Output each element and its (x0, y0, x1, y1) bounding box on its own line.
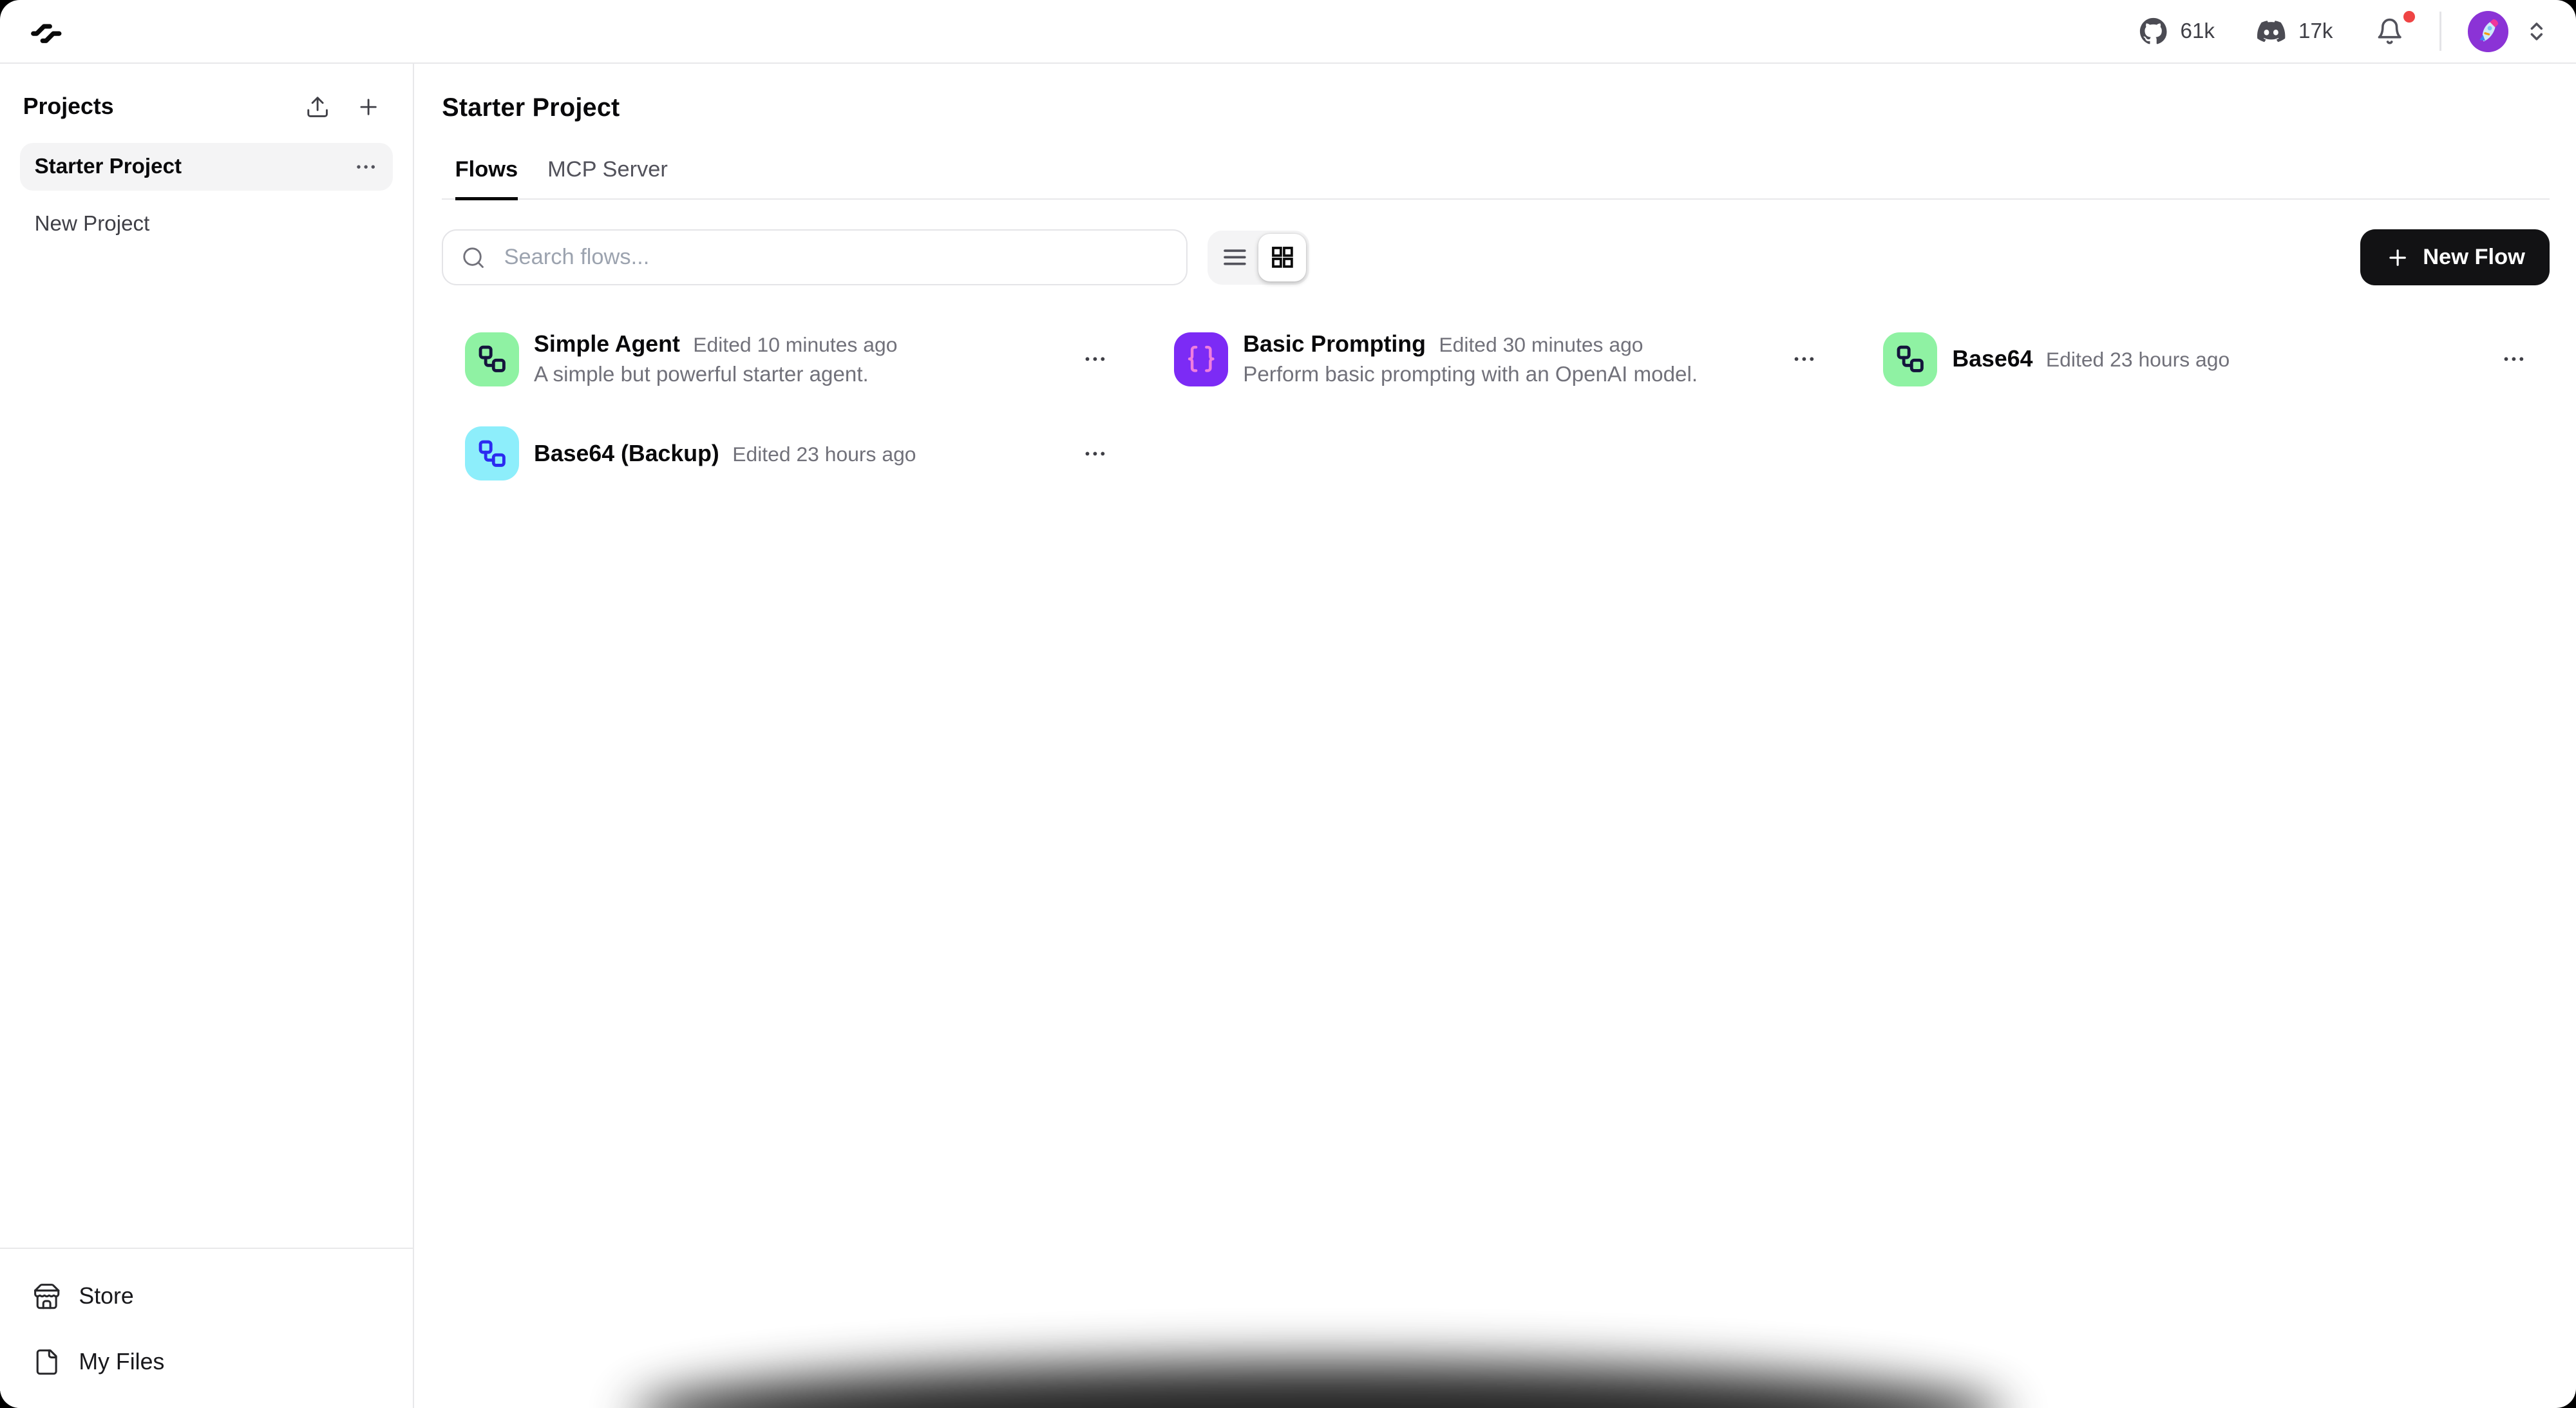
projects-header: Projects (20, 93, 393, 120)
sidebar: Projects Starter Project New Project Sto… (0, 64, 414, 1408)
flow-description: Perform basic prompting with an OpenAI m… (1243, 363, 1698, 387)
notification-dot (2403, 10, 2416, 23)
projects-title: Projects (23, 93, 114, 120)
flow-edited-time: Edited 10 minutes ago (693, 333, 898, 357)
topbar-actions: 61k 17k (2139, 10, 2548, 52)
discord-members[interactable]: 17k (2257, 17, 2333, 45)
flow-card[interactable]: Simple Agent Edited 10 minutes ago A sim… (462, 321, 1132, 397)
sidebar-item-my-files[interactable]: My Files (20, 1342, 393, 1382)
discord-icon (2257, 21, 2286, 43)
sidebar-footer: Store My Files (0, 1247, 413, 1408)
discord-member-count: 17k (2298, 19, 2333, 43)
tab-mcp-server[interactable]: MCP Server (547, 157, 668, 198)
github-stars[interactable]: 61k (2139, 17, 2215, 45)
chevrons-up-down-icon (2530, 23, 2543, 41)
tab-bar: Flows MCP Server (442, 157, 2550, 200)
project-name: Starter Project (34, 155, 182, 179)
flow-edited-time: Edited 30 minutes ago (1439, 333, 1643, 357)
main-content: Starter Project Flows MCP Server Search … (415, 64, 2576, 1408)
flow-description: A simple but powerful starter agent. (534, 363, 869, 387)
flow-edited-time: Edited 23 hours ago (2045, 348, 2230, 372)
flow-name: Base64 (Backup) (534, 440, 719, 466)
flow-card[interactable]: Basic Prompting Edited 30 minutes ago Pe… (1171, 321, 1841, 397)
flow-card[interactable]: Base64 (Backup) Edited 23 hours ago (462, 417, 1132, 491)
langflow-logo[interactable] (28, 14, 64, 50)
flow-menu-button[interactable] (1079, 343, 1112, 376)
sidebar-project-item[interactable]: New Project (20, 200, 393, 248)
flow-grid: Simple Agent Edited 10 minutes ago A sim… (462, 321, 2550, 491)
ellipsis-icon (2504, 357, 2523, 361)
project-name: New Project (34, 212, 150, 236)
ellipsis-icon (357, 165, 375, 169)
topbar-divider (2439, 12, 2441, 52)
github-icon (2139, 17, 2167, 44)
ellipsis-icon (1085, 357, 1105, 361)
projects-actions (305, 93, 393, 120)
upload-icon (307, 97, 328, 117)
search-input[interactable] (500, 243, 1169, 272)
ellipsis-icon (1085, 452, 1105, 456)
plus-icon (360, 99, 377, 115)
view-toggle (1207, 230, 1310, 285)
bell-icon (2378, 18, 2401, 44)
top-bar: 61k 17k (0, 0, 2576, 64)
user-avatar[interactable] (2467, 10, 2509, 52)
grid-view-button[interactable] (1258, 233, 1307, 281)
sidebar-project-item[interactable]: Starter Project (19, 143, 393, 191)
list-view-icon (1223, 249, 1246, 265)
ellipsis-icon (1795, 357, 1814, 361)
my-files-label: My Files (79, 1349, 165, 1375)
add-project-button[interactable] (355, 93, 382, 120)
file-icon (36, 1349, 57, 1375)
new-flow-label: New Flow (2423, 245, 2525, 270)
rocket-icon (2479, 19, 2499, 41)
flow-card-body: Basic Prompting Edited 30 minutes ago Pe… (1243, 331, 1698, 387)
flow-menu-button[interactable] (1788, 343, 1821, 376)
tab-flows[interactable]: Flows (455, 157, 518, 200)
flow-menu-button[interactable] (2497, 343, 2530, 376)
workflow-icon (1883, 332, 1938, 386)
search-box (442, 229, 1188, 285)
sidebar-item-store[interactable]: Store (20, 1277, 393, 1316)
store-icon (34, 1284, 60, 1309)
flow-card-body: Simple Agent Edited 10 minutes ago A sim… (534, 331, 897, 387)
flow-edited-time: Edited 23 hours ago (732, 442, 916, 466)
flow-name: Simple Agent (534, 331, 680, 357)
flow-name: Basic Prompting (1243, 331, 1426, 357)
workflow-icon (464, 426, 520, 481)
flow-card-body: Base64 Edited 23 hours ago (1952, 346, 2230, 372)
github-star-count: 61k (2180, 19, 2215, 43)
new-flow-button[interactable]: New Flow (2360, 229, 2550, 285)
app-window: 61k 17k Projects Starter Project New Pro… (0, 0, 2576, 1408)
account-switcher[interactable] (2525, 20, 2548, 43)
flow-menu-button[interactable] (1079, 437, 1112, 470)
project-list: Starter Project New Project (19, 143, 393, 248)
grid-view-icon (1271, 247, 1293, 268)
plus-icon (2389, 249, 2406, 266)
flow-card[interactable]: Base64 Edited 23 hours ago (1880, 321, 2550, 397)
store-label: Store (79, 1283, 134, 1309)
flow-name: Base64 (1952, 346, 2033, 372)
project-menu-button[interactable] (354, 155, 378, 179)
braces-icon (1174, 332, 1229, 386)
list-view-button[interactable] (1211, 234, 1258, 281)
flows-toolbar: New Flow (442, 229, 2550, 285)
flow-card-body: Base64 (Backup) Edited 23 hours ago (534, 441, 916, 467)
page-title: Starter Project (442, 93, 620, 122)
notifications-button[interactable] (2376, 10, 2416, 45)
search-icon (463, 247, 484, 268)
workflow-icon (464, 332, 520, 386)
screen: 61k 17k Projects Starter Project New Pro… (0, 0, 2576, 1408)
upload-project-button[interactable] (305, 93, 331, 120)
